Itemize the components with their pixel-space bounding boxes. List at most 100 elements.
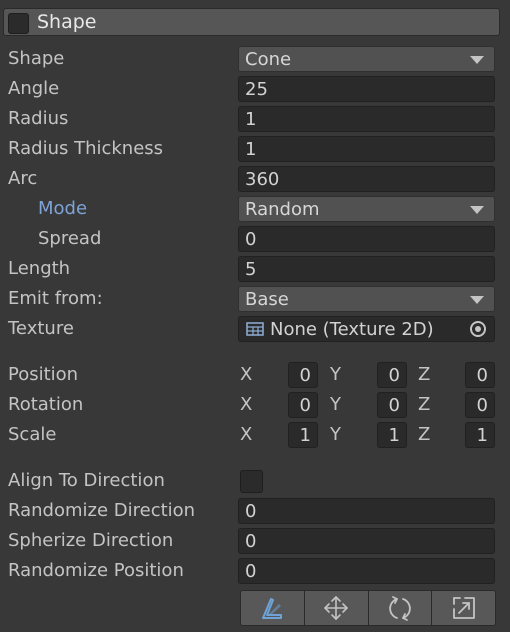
randomize-direction-value: 0 xyxy=(245,501,257,522)
scale-icon xyxy=(452,597,475,619)
randomize-position-row: Randomize Position 0 xyxy=(0,557,510,587)
rotation-y-field[interactable]: 0 xyxy=(377,392,407,418)
texture-object-field[interactable]: None (Texture 2D) xyxy=(238,316,495,342)
chevron-down-icon xyxy=(470,206,484,214)
axis-x-label: X xyxy=(240,364,253,385)
radius-thickness-field[interactable]: 1 xyxy=(238,136,495,162)
position-z-value: 0 xyxy=(476,365,488,386)
position-x-field[interactable]: 0 xyxy=(288,362,318,388)
rotation-z-field[interactable]: 0 xyxy=(465,392,495,418)
rotation-x-field[interactable]: 0 xyxy=(288,392,318,418)
chevron-down-icon xyxy=(470,56,484,64)
randomize-position-value: 0 xyxy=(245,561,257,582)
scale-x-field[interactable]: 1 xyxy=(288,422,318,448)
mode-value: Random xyxy=(245,199,320,220)
mode-dropdown[interactable]: Random xyxy=(238,196,495,222)
length-label: Length xyxy=(8,258,71,279)
shape-label: Shape xyxy=(8,48,65,69)
spread-field[interactable]: 0 xyxy=(238,226,495,252)
scale-row: Scale X 1 Y 1 Z 1 xyxy=(0,421,510,451)
move-button[interactable] xyxy=(304,591,369,625)
length-value: 5 xyxy=(245,259,257,280)
scale-label: Scale xyxy=(8,424,57,445)
rotation-x-value: 0 xyxy=(299,395,311,416)
position-y-field[interactable]: 0 xyxy=(377,362,407,388)
scale-z-field[interactable]: 1 xyxy=(465,422,495,448)
position-z-field[interactable]: 0 xyxy=(465,362,495,388)
chevron-down-icon xyxy=(470,296,484,304)
rotation-label: Rotation xyxy=(8,394,84,415)
arc-value: 360 xyxy=(245,169,280,190)
mode-label: Mode xyxy=(38,198,88,219)
arc-label: Arc xyxy=(8,168,38,189)
align-to-direction-row: Align To Direction xyxy=(0,467,510,497)
spherize-direction-value: 0 xyxy=(245,531,257,552)
object-picker-icon[interactable] xyxy=(470,321,486,337)
texture-icon xyxy=(246,322,264,336)
shape-edit-toolbar xyxy=(240,590,496,626)
scale-y-value: 1 xyxy=(388,425,400,446)
emit-from-value: Base xyxy=(245,289,289,310)
spherize-direction-field[interactable]: 0 xyxy=(238,528,495,554)
randomize-position-field[interactable]: 0 xyxy=(238,558,495,584)
mode-row: Mode Random xyxy=(0,195,510,225)
axis-z-label: Z xyxy=(418,364,431,385)
position-row: Position X 0 Y 0 Z 0 xyxy=(0,361,510,391)
radius-thickness-label: Radius Thickness xyxy=(8,138,164,159)
axis-x-label: X xyxy=(240,424,253,445)
angle-row: Angle 25 xyxy=(0,75,510,105)
radius-label: Radius xyxy=(8,108,69,129)
emit-from-row: Emit from: Base xyxy=(0,285,510,315)
radius-thickness-row: Radius Thickness 1 xyxy=(0,135,510,165)
randomize-direction-field[interactable]: 0 xyxy=(238,498,495,524)
angle-value: 25 xyxy=(245,79,268,100)
axis-y-label: Y xyxy=(330,364,341,385)
edit-shape-button[interactable] xyxy=(241,591,305,625)
axis-y-label: Y xyxy=(330,394,341,415)
arc-field[interactable]: 360 xyxy=(238,166,495,192)
radius-value: 1 xyxy=(245,109,257,130)
texture-row: Texture None (Texture 2D) xyxy=(0,315,510,345)
position-label: Position xyxy=(8,364,79,385)
texture-label: Texture xyxy=(8,318,74,339)
scale-button[interactable] xyxy=(432,591,495,625)
move-icon xyxy=(324,596,348,620)
shape-value: Cone xyxy=(245,49,292,70)
arc-row: Arc 360 xyxy=(0,165,510,195)
radius-thickness-value: 1 xyxy=(245,139,257,160)
randomize-position-label: Randomize Position xyxy=(8,560,184,581)
align-to-direction-label: Align To Direction xyxy=(8,470,165,491)
spread-value: 0 xyxy=(245,229,257,250)
rotate-icon xyxy=(389,596,411,621)
scale-y-field[interactable]: 1 xyxy=(377,422,407,448)
module-enabled-checkbox[interactable] xyxy=(8,13,29,34)
emit-from-dropdown[interactable]: Base xyxy=(238,286,495,312)
radius-field[interactable]: 1 xyxy=(238,106,495,132)
randomize-direction-row: Randomize Direction 0 xyxy=(0,497,510,527)
position-y-value: 0 xyxy=(388,365,400,386)
rotation-row: Rotation X 0 Y 0 Z 0 xyxy=(0,391,510,421)
spherize-direction-row: Spherize Direction 0 xyxy=(0,527,510,557)
radius-row: Radius 1 xyxy=(0,105,510,135)
axis-x-label: X xyxy=(240,394,253,415)
spread-row: Spread 0 xyxy=(0,225,510,255)
spread-label: Spread xyxy=(38,228,102,249)
module-title: Shape xyxy=(37,11,97,33)
axis-z-label: Z xyxy=(418,394,431,415)
shape-row: Shape Cone xyxy=(0,45,510,75)
axis-z-label: Z xyxy=(418,424,431,445)
axis-y-label: Y xyxy=(330,424,341,445)
length-row: Length 5 xyxy=(0,255,510,285)
spherize-direction-label: Spherize Direction xyxy=(8,530,174,551)
scale-z-value: 1 xyxy=(476,425,488,446)
texture-value: None (Texture 2D) xyxy=(270,319,434,340)
shape-dropdown[interactable]: Cone xyxy=(238,46,495,72)
rotate-button[interactable] xyxy=(368,591,433,625)
shape-module-header[interactable]: Shape xyxy=(3,8,500,36)
length-field[interactable]: 5 xyxy=(238,256,495,282)
align-to-direction-checkbox[interactable] xyxy=(240,470,263,493)
rotation-z-value: 0 xyxy=(476,395,488,416)
edit-shape-icon xyxy=(262,598,283,619)
angle-field[interactable]: 25 xyxy=(238,76,495,102)
rotation-y-value: 0 xyxy=(388,395,400,416)
